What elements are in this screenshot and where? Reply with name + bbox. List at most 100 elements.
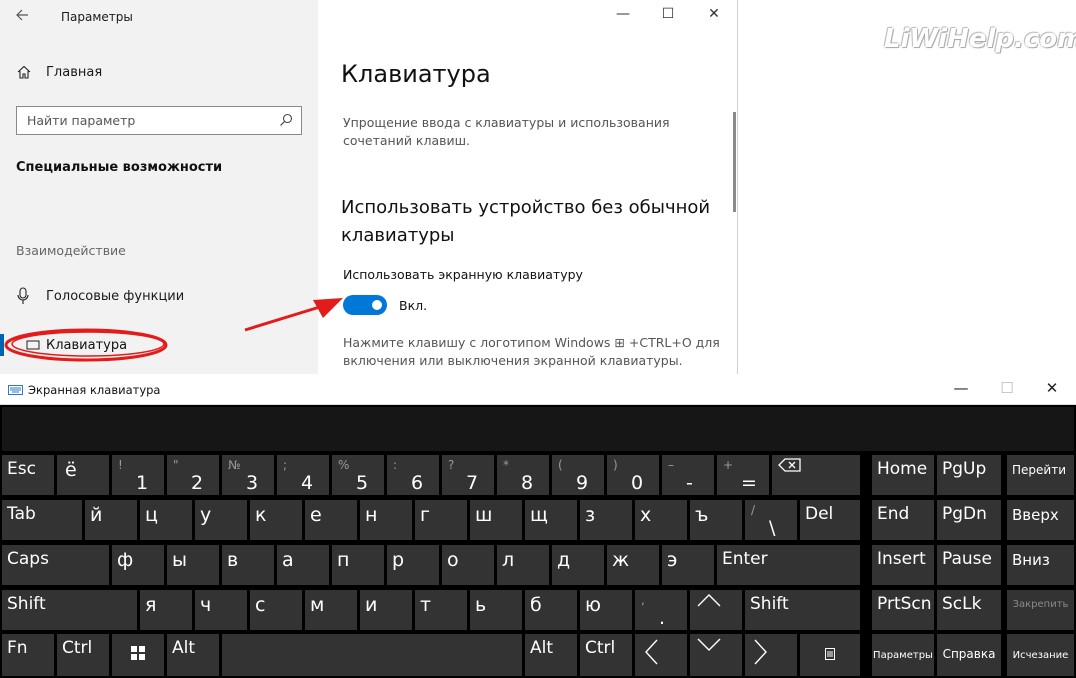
key-3[interactable]: № 3 xyxy=(222,455,274,495)
key-hard-sign[interactable]: ъ xyxy=(690,500,742,540)
nav-home[interactable]: Главная xyxy=(16,64,102,80)
key-k[interactable]: к xyxy=(250,500,302,540)
key-8[interactable]: * 8 xyxy=(497,455,549,495)
key-ch[interactable]: ч xyxy=(195,590,247,630)
key-soft-sign[interactable]: ь xyxy=(470,590,522,630)
osk-close-button[interactable]: ✕ xyxy=(1032,379,1072,397)
key-ctrl-right[interactable]: Ctrl xyxy=(580,634,632,676)
onscreen-keyboard-window: Экранная клавиатура — ☐ ✕ Esc ё ! 1 " 2 № 3… xyxy=(0,374,1076,678)
key-pgup[interactable]: PgUp xyxy=(937,455,1001,495)
key-alt-right[interactable]: Alt xyxy=(525,634,577,676)
key-tab[interactable]: Tab xyxy=(2,500,82,540)
key-2[interactable]: " 2 xyxy=(167,455,219,495)
key-9[interactable]: (9 xyxy=(552,455,604,495)
close-button[interactable]: ✕ xyxy=(699,6,729,22)
maximize-button[interactable]: ☐ xyxy=(653,6,683,22)
key-pgdn[interactable]: PgDn xyxy=(937,500,1001,540)
key-0[interactable]: ) 0 xyxy=(607,455,659,495)
key-sh[interactable]: ш xyxy=(470,500,522,540)
key-prtscn[interactable]: PrtScn xyxy=(872,590,934,630)
key-options[interactable]: Параметры xyxy=(872,634,934,676)
key-sch[interactable]: щ xyxy=(525,500,577,540)
key-n[interactable]: н xyxy=(360,500,412,540)
section-title: Специальные возможности xyxy=(16,160,223,175)
key-insert[interactable]: Insert xyxy=(872,545,934,585)
key-sclk[interactable]: ScLk xyxy=(937,590,1001,630)
key-d[interactable]: д xyxy=(552,545,604,585)
key-fn[interactable]: Fn xyxy=(2,634,54,676)
key-windows[interactable] xyxy=(112,634,164,676)
key-v[interactable]: в xyxy=(222,545,274,585)
back-arrow-icon[interactable] xyxy=(14,7,34,27)
key-down-text[interactable]: Вниз xyxy=(1007,545,1074,585)
key-equals[interactable]: + = xyxy=(717,455,769,495)
osk-maximize-button[interactable]: ☐ xyxy=(987,379,1027,397)
key-a[interactable]: а xyxy=(277,545,329,585)
minimize-button[interactable]: — xyxy=(608,6,638,22)
key-up-text[interactable]: Вверх xyxy=(1007,500,1074,540)
key-i[interactable]: и xyxy=(360,590,412,630)
key-home[interactable]: Home xyxy=(872,455,934,495)
key-arrow-down[interactable] xyxy=(690,634,742,676)
nav-keyboard[interactable]: Клавиатура xyxy=(0,330,318,360)
microphone-icon xyxy=(17,287,29,304)
key-enter[interactable]: Enter xyxy=(717,545,860,585)
key-r[interactable]: р xyxy=(387,545,439,585)
key-minus[interactable]: – - xyxy=(662,455,714,495)
search-box[interactable] xyxy=(16,106,302,135)
key-l[interactable]: л xyxy=(497,545,549,585)
key-ya[interactable]: я xyxy=(140,590,192,630)
key-end[interactable]: End xyxy=(872,500,934,540)
key-ee[interactable]: э xyxy=(662,545,714,585)
key-7[interactable]: ? 7 xyxy=(442,455,494,495)
key-menu[interactable] xyxy=(800,634,860,676)
key-b[interactable]: б xyxy=(525,590,577,630)
key-del[interactable]: Del xyxy=(800,500,860,540)
key-yu[interactable]: ю xyxy=(580,590,632,630)
key-nav[interactable]: Перейти xyxy=(1007,455,1074,495)
key-backspace[interactable] xyxy=(772,455,860,495)
search-input[interactable] xyxy=(17,107,257,134)
key-fix[interactable]: Закрепить xyxy=(1007,590,1074,630)
key-s[interactable]: с xyxy=(250,590,302,630)
key-arrow-left[interactable] xyxy=(635,634,687,676)
key-4[interactable]: ; 4 xyxy=(277,455,329,495)
key-arrow-right[interactable] xyxy=(745,634,797,676)
key-p[interactable]: п xyxy=(332,545,384,585)
key-yi[interactable]: ы xyxy=(167,545,219,585)
key-period[interactable]: ,. xyxy=(635,590,687,630)
key-esc[interactable]: Esc xyxy=(2,455,54,495)
key-e[interactable]: е xyxy=(305,500,357,540)
key-shift-left[interactable]: Shift xyxy=(2,590,137,630)
search-icon[interactable] xyxy=(279,113,293,127)
key-help[interactable]: Справка xyxy=(937,634,1001,676)
key-5[interactable]: % 5 xyxy=(332,455,384,495)
osk-titlebar: Экранная клавиатура — ☐ ✕ xyxy=(0,374,1076,405)
key-backslash[interactable]: / \ xyxy=(745,500,797,540)
key-fade[interactable]: Исчезание xyxy=(1007,634,1074,676)
key-1[interactable]: ! 1 xyxy=(112,455,164,495)
key-zh[interactable]: ж xyxy=(607,545,659,585)
key-6[interactable]: :6 xyxy=(387,455,439,495)
key-u[interactable]: у xyxy=(195,500,247,540)
key-y-short[interactable]: й xyxy=(85,500,137,540)
key-o[interactable]: о xyxy=(442,545,494,585)
scrollbar[interactable] xyxy=(733,112,736,212)
key-ctrl-left[interactable]: Ctrl xyxy=(57,634,109,676)
key-h[interactable]: х xyxy=(635,500,687,540)
key-m[interactable]: м xyxy=(305,590,357,630)
key-space[interactable] xyxy=(222,634,522,676)
key-pause[interactable]: Pause xyxy=(937,545,1001,585)
key-f[interactable]: ф xyxy=(112,545,164,585)
key-ts[interactable]: ц xyxy=(140,500,192,540)
key-arrow-up[interactable] xyxy=(690,590,742,630)
key-caps[interactable]: Caps xyxy=(2,545,109,585)
key-t[interactable]: т xyxy=(415,590,467,630)
osk-minimize-button[interactable]: — xyxy=(941,379,981,397)
key-shift-right[interactable]: Shift xyxy=(745,590,860,630)
key-z[interactable]: з xyxy=(580,500,632,540)
key-g[interactable]: г xyxy=(415,500,467,540)
key-alt-left[interactable]: Alt xyxy=(167,634,219,676)
key-yo[interactable]: ё xyxy=(57,455,109,495)
nav-voice[interactable]: Голосовые функции xyxy=(16,287,184,305)
